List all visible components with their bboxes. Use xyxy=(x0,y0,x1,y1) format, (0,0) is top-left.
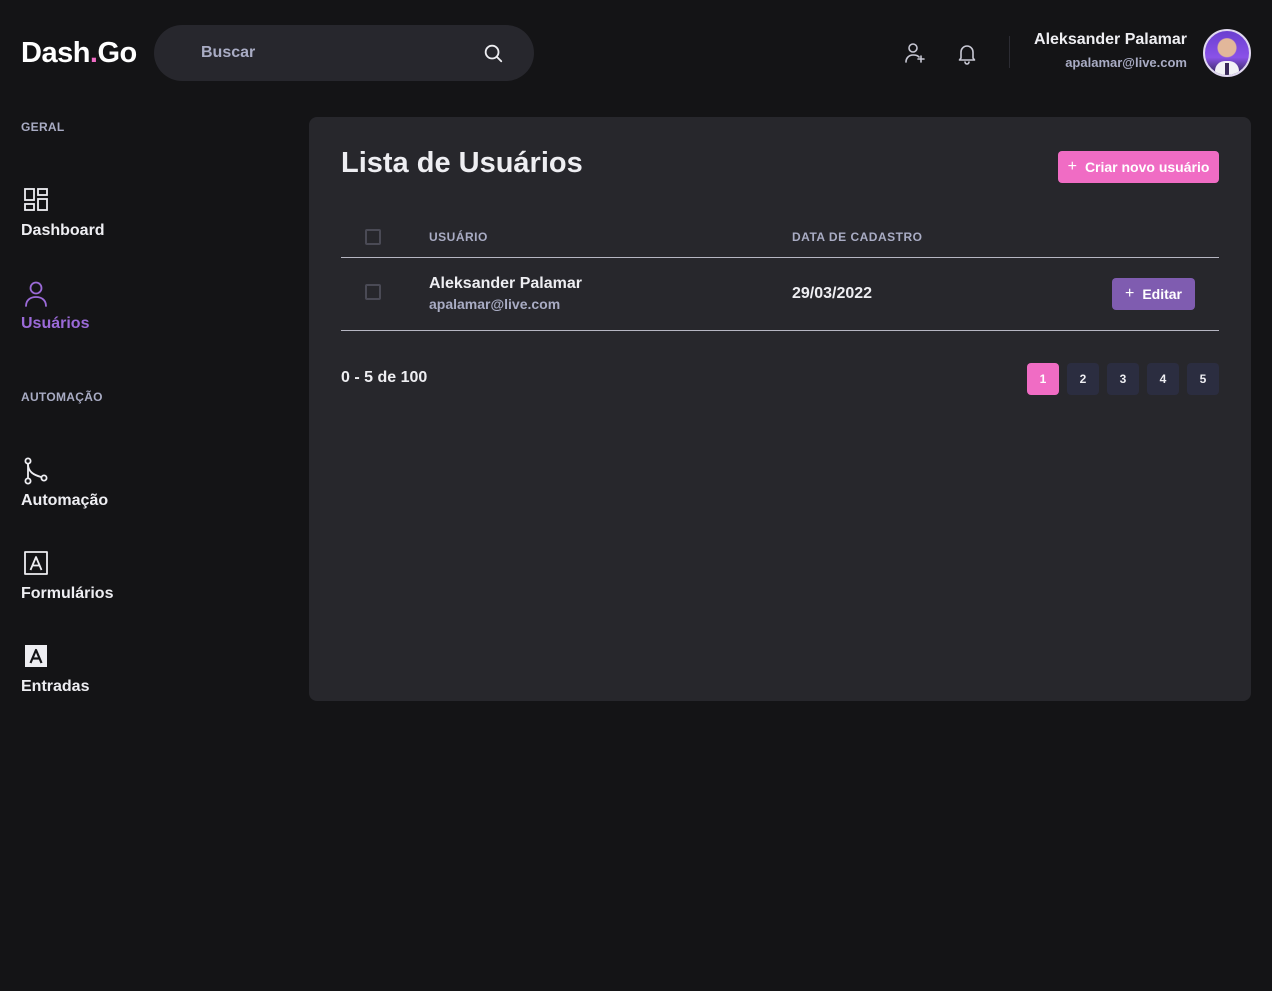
plus-icon: + xyxy=(1067,158,1077,175)
section-title-automacao: AUTOMAÇÃO xyxy=(21,390,103,404)
users-table: USUÁRIO DATA DE CADASTRO Aleksander Pala… xyxy=(341,217,1219,331)
table-row: Aleksander Palamar apalamar@live.com 29/… xyxy=(341,258,1219,331)
header: Dash.Go Aleksander Palamar apalamar@live… xyxy=(0,0,1272,106)
sidebar-item-label: Dashboard xyxy=(21,222,105,239)
create-user-label: Criar novo usuário xyxy=(1084,159,1210,175)
sidebar-item-label: Automação xyxy=(21,492,109,509)
search-bar[interactable] xyxy=(154,25,534,81)
page-button-5[interactable]: 5 xyxy=(1187,363,1219,395)
create-user-button[interactable]: + Criar novo usuário xyxy=(1058,151,1219,183)
user-add-icon[interactable] xyxy=(903,41,927,65)
profile-name: Aleksander Palamar xyxy=(1034,31,1187,48)
page-button-1[interactable]: 1 xyxy=(1027,363,1059,395)
sidebar: GERAL Dashboard Usuários AUTOMAÇÃO Autom… xyxy=(0,106,300,806)
edit-label: Editar xyxy=(1142,286,1183,302)
page-button-4[interactable]: 4 xyxy=(1147,363,1179,395)
page-button-3[interactable]: 3 xyxy=(1107,363,1139,395)
column-header-date: DATA DE CADASTRO xyxy=(792,230,923,244)
profile-email: apalamar@live.com xyxy=(1065,55,1187,70)
page-title: Lista de Usuários xyxy=(341,147,583,179)
dashboard-icon xyxy=(24,188,48,211)
sidebar-item-label: Usuários xyxy=(21,315,90,332)
user-email: apalamar@live.com xyxy=(429,296,561,312)
sidebar-item-label: Formulários xyxy=(21,585,114,602)
search-icon[interactable] xyxy=(482,42,504,64)
users-card: Lista de Usuários + Criar novo usuário U… xyxy=(309,117,1251,701)
form-icon xyxy=(24,551,48,575)
avatar[interactable] xyxy=(1203,29,1251,77)
edit-button[interactable]: + Editar xyxy=(1112,278,1195,310)
plus-icon: + xyxy=(1124,285,1135,302)
section-title-geral: GERAL xyxy=(21,120,65,134)
git-merge-icon xyxy=(24,457,48,485)
select-all-checkbox[interactable] xyxy=(365,229,381,245)
user-name: Aleksander Palamar xyxy=(429,275,582,292)
page-button-2[interactable]: 2 xyxy=(1067,363,1099,395)
row-checkbox[interactable] xyxy=(365,284,381,300)
input-icon xyxy=(25,645,47,667)
search-input[interactable] xyxy=(201,25,471,81)
column-header-user: USUÁRIO xyxy=(429,230,488,244)
header-divider xyxy=(1009,36,1010,68)
pagination-range: 0 - 5 de 100 xyxy=(341,369,428,386)
user-icon xyxy=(25,281,47,307)
app-logo[interactable]: Dash.Go xyxy=(21,36,137,70)
registration-date: 29/03/2022 xyxy=(792,285,873,302)
table-header: USUÁRIO DATA DE CADASTRO xyxy=(341,217,1219,258)
bell-icon[interactable] xyxy=(955,41,979,65)
sidebar-item-label: Entradas xyxy=(21,678,90,695)
